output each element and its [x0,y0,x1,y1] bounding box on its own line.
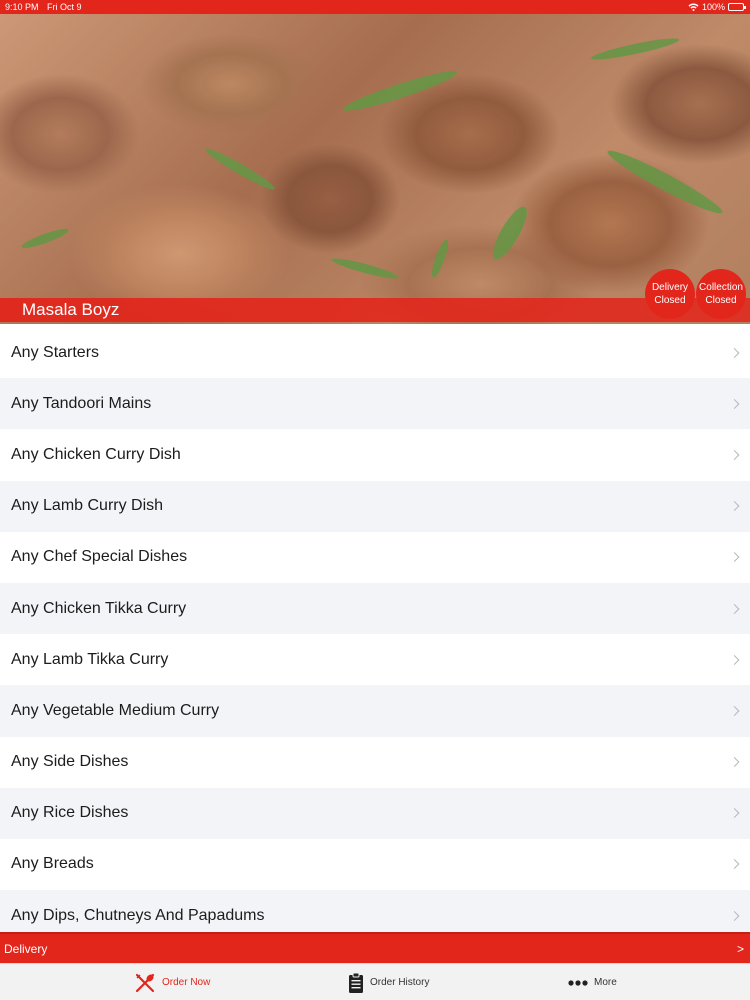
status-bar: 9:10 PM Fri Oct 9 100% [0,0,750,14]
tab-order-history[interactable]: Order History [348,964,429,1000]
order-mode-arrow: > [736,942,744,956]
menu-category-label: Any Lamb Curry Dish [11,497,164,515]
chevron-right-icon [729,501,740,512]
clipboard-icon [348,972,364,994]
chevron-right-icon [729,552,740,563]
wifi-icon [688,3,699,11]
tab-order-history-label: Order History [370,977,430,988]
menu-category-item[interactable]: Any Chef Special Dishes [0,531,750,583]
menu-category-label: Any Breads [11,855,94,873]
battery-percent: 100% [702,2,726,12]
tab-order-now[interactable]: Order Now [134,964,210,1000]
collection-status-value: Closed [705,295,737,306]
menu-category-item[interactable]: Any Side Dishes [0,736,750,788]
delivery-status-badge: Delivery Closed [645,269,695,319]
chevron-right-icon [729,859,740,870]
order-mode-bar[interactable]: Delivery > [0,932,750,963]
chevron-right-icon [729,705,740,716]
restaurant-name: Masala Boyz [22,300,120,319]
restaurant-hero-image [0,14,750,324]
status-date: Fri Oct 9 [47,2,82,12]
menu-category-item[interactable]: Any Starters [0,327,750,379]
menu-category-item[interactable]: Any Chicken Tikka Curry [0,582,750,635]
collection-status-label: Collection [699,282,743,293]
status-time: 9:10 PM [5,2,39,12]
menu-category-item[interactable]: Any Tandoori Mains [0,378,750,430]
tab-order-now-label: Order Now [162,977,211,988]
menu-category-label: Any Chicken Curry Dish [11,445,181,463]
menu-category-label: Any Starters [11,343,100,361]
chevron-right-icon [729,757,740,768]
chevron-right-icon [729,603,740,614]
tab-more-label: More [594,977,617,988]
menu-category-label: Any Chef Special Dishes [11,548,188,566]
menu-category-label: Any Side Dishes [11,753,129,771]
collection-status-badge: Collection Closed [696,269,746,319]
chevron-right-icon [729,347,740,358]
order-mode-label: Delivery [4,942,48,956]
chevron-right-icon [729,808,740,819]
menu-category-item[interactable]: Any Vegetable Medium Curry [0,685,750,737]
menu-category-item[interactable]: Any Lamb Tikka Curry [0,634,750,686]
menu-category-item[interactable]: Any Lamb Curry Dish [0,480,750,532]
menu-category-item[interactable]: Any Rice Dishes [0,787,750,839]
chevron-right-icon [729,910,740,921]
chevron-right-icon [729,450,740,460]
menu-category-label: Any Vegetable Medium Curry [11,701,220,719]
fork-knife-icon [134,972,156,994]
more-dots-icon [568,979,588,987]
chevron-right-icon [729,398,740,409]
menu-category-label: Any Rice Dishes [11,804,129,822]
tab-bar: Order Now Order History More [0,963,750,1000]
menu-category-label: Any Dips, Chutneys And Papadums [11,906,265,924]
menu-category-item[interactable]: Any Chicken Curry Dish [0,429,750,481]
tab-more[interactable]: More [568,964,617,1000]
menu-category-label: Any Chicken Tikka Curry [11,599,187,617]
battery-icon [728,3,746,11]
menu-category-list: Any Starters Any Tandoori Mains Any Chic… [0,327,750,942]
menu-category-label: Any Tandoori Mains [11,394,152,412]
delivery-status-label: Delivery [651,282,689,293]
chevron-right-icon [729,654,740,665]
menu-category-label: Any Lamb Tikka Curry [11,650,169,668]
delivery-status-value: Closed [654,295,686,306]
menu-category-item[interactable]: Any Breads [0,838,750,891]
